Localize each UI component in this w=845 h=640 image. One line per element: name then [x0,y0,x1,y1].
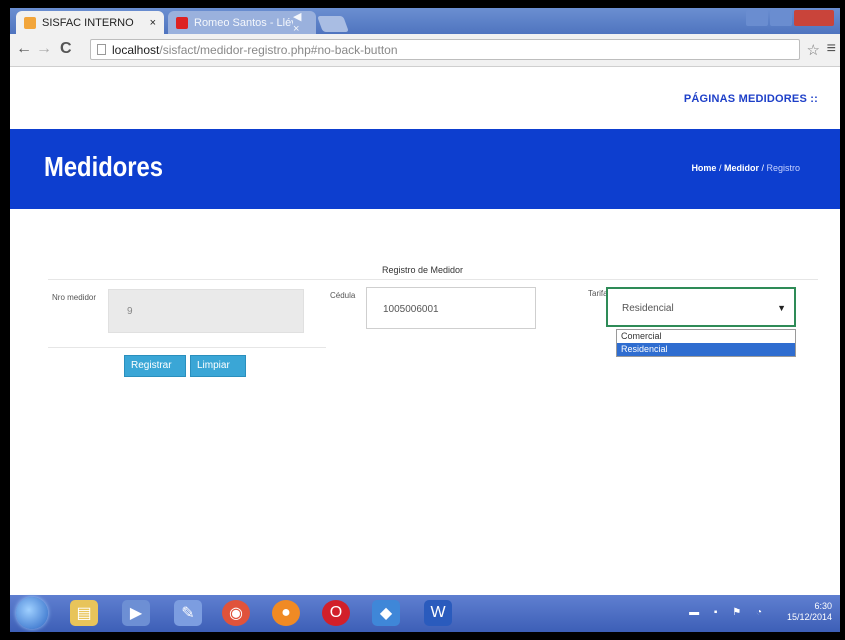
tarifa-dropdown: Comercial Residencial [616,329,796,357]
media-player-icon[interactable]: ▶ [122,600,150,626]
system-tray-icons[interactable]: ▬ ▪ ⚑ ◔ [689,607,768,618]
cedula-input[interactable]: 1005006001 [366,287,536,329]
file-explorer-icon[interactable]: ▤ [70,600,98,626]
breadcrumb-current: Registro [766,163,800,173]
taskbar-clock[interactable]: 6:30 15/12/2014 [787,601,832,623]
chevron-down-icon: ▼ [777,303,786,313]
breadcrumb-separator: / [716,163,724,173]
back-icon[interactable]: ← [16,40,32,58]
url-path: /sisfact/medidor-registro.php#no-back-bu… [159,42,398,57]
new-tab-button[interactable] [317,16,349,32]
screen: SISFAC INTERNO × Romeo Santos - Llévo...… [10,8,840,632]
address-bar[interactable]: localhost /sisfact/medidor-registro.php#… [90,39,800,60]
page-favicon-icon [24,16,36,29]
youtube-favicon-icon [176,16,188,29]
breadcrumb-medidor[interactable]: Medidor [724,163,759,173]
browser-toolbar: ← → C localhost /sisfact/medidor-registr… [10,34,840,67]
page-viewport: PÁGINAS MEDIDORES :: Medidores Home / Me… [10,67,840,595]
tab-close-icon[interactable]: × [150,17,156,29]
paginas-medidores-link[interactable]: PÁGINAS MEDIDORES :: [684,93,818,105]
tab-sisfac[interactable]: SISFAC INTERNO × [16,11,164,34]
chrome-icon[interactable]: ◉ [222,600,250,626]
tarifa-selected-value: Residencial [622,303,674,314]
browser-titlebar: SISFAC INTERNO × Romeo Santos - Llévo...… [10,8,840,35]
word-icon[interactable]: W [424,600,452,626]
cedula-label: Cédula [330,291,356,300]
clock-date: 15/12/2014 [786,612,832,622]
tarifa-option-comercial[interactable]: Comercial [617,330,795,343]
form-divider-bottom [48,347,326,348]
nro-medidor-field: 9 [108,289,304,333]
breadcrumb: Home / Medidor / Registro [691,163,800,173]
registrar-button[interactable]: Registrar [124,355,186,377]
page-banner: Medidores Home / Medidor / Registro [10,129,840,209]
minimize-button[interactable] [746,10,768,26]
tab-label: SISFAC INTERNO [42,16,134,29]
tab-youtube[interactable]: Romeo Santos - Llévo... ◀ × [168,10,316,35]
breadcrumb-home[interactable]: Home [691,163,716,173]
clock-time: 6:30 [814,601,832,611]
form-divider-top [48,279,818,280]
reload-icon[interactable]: C [60,40,72,58]
browser-menu-icon[interactable]: ≡ [827,40,836,58]
bookmark-star-icon[interactable]: ☆ [807,41,820,59]
opera-icon[interactable]: O [322,600,350,626]
window-controls [746,10,834,26]
close-window-button[interactable] [794,10,834,26]
virtualbox-icon[interactable]: ◆ [372,600,400,626]
form-title: Registro de Medidor [382,265,464,275]
firefox-icon[interactable]: ● [272,600,300,626]
tab-close-icon[interactable]: ◀ × [293,10,308,35]
forward-icon[interactable]: → [36,40,52,58]
tarifa-select[interactable]: Residencial ▼ [606,287,796,327]
page-icon [97,44,106,55]
maximize-button[interactable] [770,10,792,26]
windows-taskbar: ▤ ▶ ✎ ◉ ● O ◆ W ▬ ▪ ⚑ ◔ 6:30 15/12/2014 [10,595,840,632]
limpiar-button[interactable]: Limpiar [190,355,246,377]
paint-icon[interactable]: ✎ [174,600,202,626]
tab-label: Romeo Santos - Llévo... [194,16,293,29]
tarifa-option-residencial[interactable]: Residencial [617,343,795,356]
nro-medidor-label: Nro medidor [52,293,97,302]
start-button[interactable] [16,597,48,629]
page-title: Medidores [44,151,164,182]
tarifa-label: Tarifa [588,289,608,298]
url-host: localhost [112,42,160,57]
